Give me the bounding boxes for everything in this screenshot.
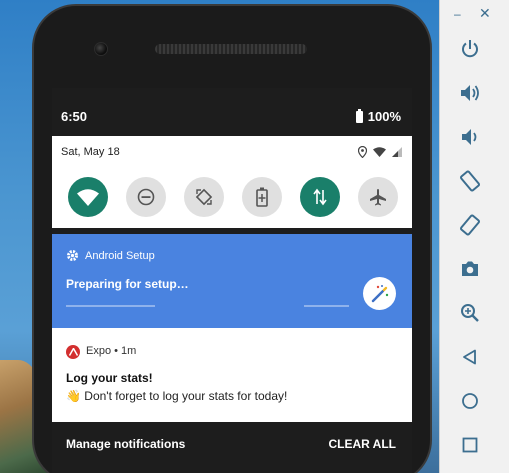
notification-shade: Sat, May 18 Android Setup Preparing for …: [52, 88, 412, 473]
android-setup-notification[interactable]: Android Setup Preparing for setup…: [52, 234, 412, 328]
rotate-left-icon[interactable]: [458, 169, 482, 193]
gear-icon: [67, 250, 78, 261]
signal-icon: [392, 147, 402, 157]
close-button[interactable]: ✕: [479, 5, 491, 22]
expo-notification-body: 👋 Don't forget to log your stats for tod…: [66, 389, 288, 403]
expo-logo-icon: [66, 345, 80, 359]
emulator-toolbar: – ✕: [439, 0, 509, 473]
wifi-tile[interactable]: [68, 177, 108, 217]
battery-saver-tile[interactable]: [242, 177, 282, 217]
volume-down-icon[interactable]: [458, 125, 482, 149]
back-icon[interactable]: [458, 345, 482, 369]
setup-progress-bar: [66, 305, 155, 307]
quick-settings-panel: Sat, May 18: [52, 136, 412, 265]
setup-app-name: Android Setup: [85, 250, 155, 262]
location-icon: [358, 146, 367, 158]
expo-app-name: Expo: [86, 345, 112, 357]
setup-progress-bar-secondary: [304, 305, 349, 307]
earpiece-speaker: [155, 44, 307, 54]
qs-status-icons: [358, 146, 402, 158]
do-not-disturb-tile[interactable]: [126, 177, 166, 217]
airplane-icon: [370, 189, 386, 206]
dnd-icon: [137, 188, 155, 206]
wifi-tile-icon: [77, 188, 99, 206]
overview-icon[interactable]: [458, 433, 482, 457]
auto-rotate-tile[interactable]: [184, 177, 224, 217]
manage-notifications-button[interactable]: Manage notifications: [66, 437, 185, 451]
rotate-icon: [195, 188, 213, 206]
expo-notification[interactable]: Expo • 1m Log your stats! 👋 Don't forget…: [52, 328, 412, 422]
home-icon[interactable]: [458, 389, 482, 413]
zoom-icon[interactable]: [458, 301, 482, 325]
wifi-icon: [373, 147, 386, 157]
airplane-mode-tile[interactable]: [358, 177, 398, 217]
notification-footer: Manage notifications CLEAR ALL: [52, 422, 412, 466]
clear-all-button[interactable]: CLEAR ALL: [328, 437, 396, 451]
rotate-right-icon[interactable]: [458, 213, 482, 237]
power-icon[interactable]: [458, 37, 482, 61]
expo-notification-age: • 1m: [111, 345, 137, 357]
expo-notification-title: Log your stats!: [66, 371, 153, 385]
setup-message: Preparing for setup…: [66, 277, 189, 291]
minimize-button[interactable]: –: [454, 7, 461, 21]
magic-wand-icon: [363, 277, 396, 310]
front-camera: [94, 42, 108, 56]
volume-up-icon[interactable]: [458, 81, 482, 105]
data-transfer-icon: [313, 188, 327, 206]
mobile-data-tile[interactable]: [300, 177, 340, 217]
qs-date[interactable]: Sat, May 18: [61, 146, 120, 158]
battery-saver-icon: [256, 187, 268, 207]
expo-app-label: Expo • 1m: [86, 345, 136, 357]
quick-tiles: [68, 177, 398, 217]
screenshot-camera-icon[interactable]: [458, 257, 482, 281]
